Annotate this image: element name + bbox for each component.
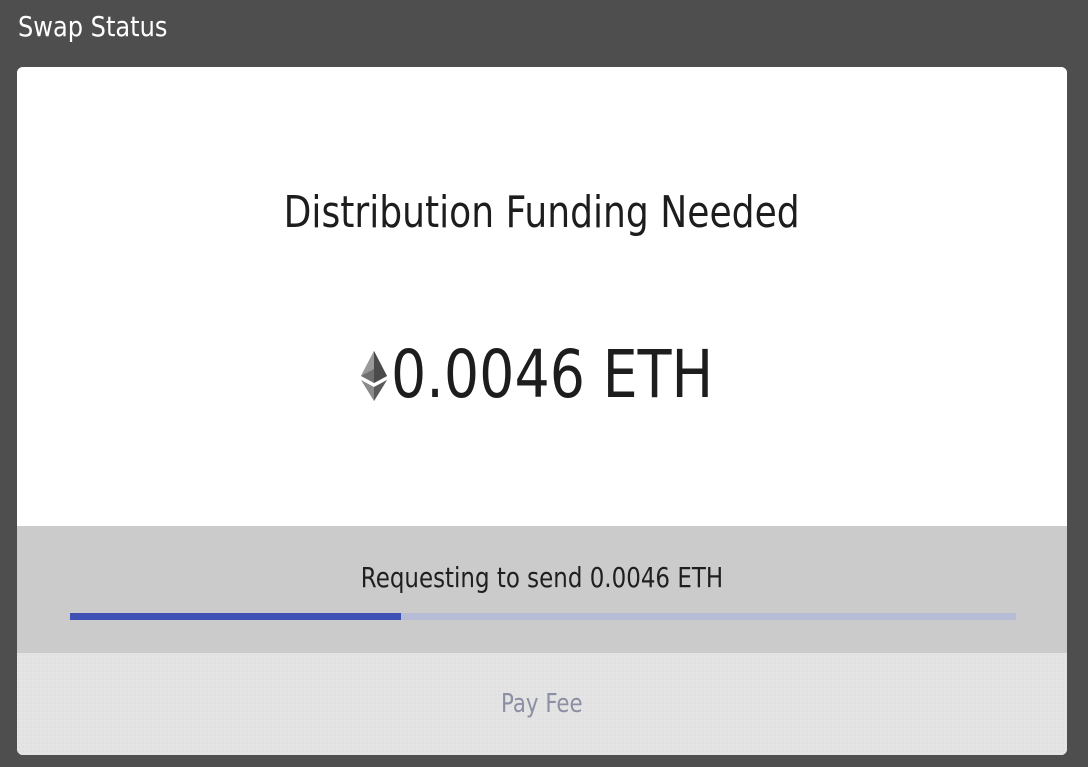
fee-amount: 0.0046 ETH [391, 336, 714, 413]
status-message-text: Requesting to send 0.0046 ETH [360, 561, 724, 594]
swap-status-card: Distribution Funding Needed 0.0046 ETH R… [17, 67, 1067, 755]
progress-fill [70, 613, 402, 620]
pay-fee-label: Pay Fee [501, 689, 583, 719]
progress-bar [70, 613, 1016, 620]
status-band: Requesting to send 0.0046 ETH [17, 526, 1067, 653]
ethereum-icon [361, 351, 388, 401]
amount-row: 0.0046 ETH [17, 335, 1067, 415]
window-title: Swap Status [18, 10, 168, 43]
card-title: Distribution Funding Needed [17, 185, 1067, 241]
card-header-area: Distribution Funding Needed 0.0046 ETH [17, 67, 1067, 526]
status-message: Requesting to send 0.0046 ETH [17, 560, 1067, 596]
card-title-text: Distribution Funding Needed [283, 187, 801, 238]
pay-fee-button[interactable]: Pay Fee [17, 653, 1067, 755]
